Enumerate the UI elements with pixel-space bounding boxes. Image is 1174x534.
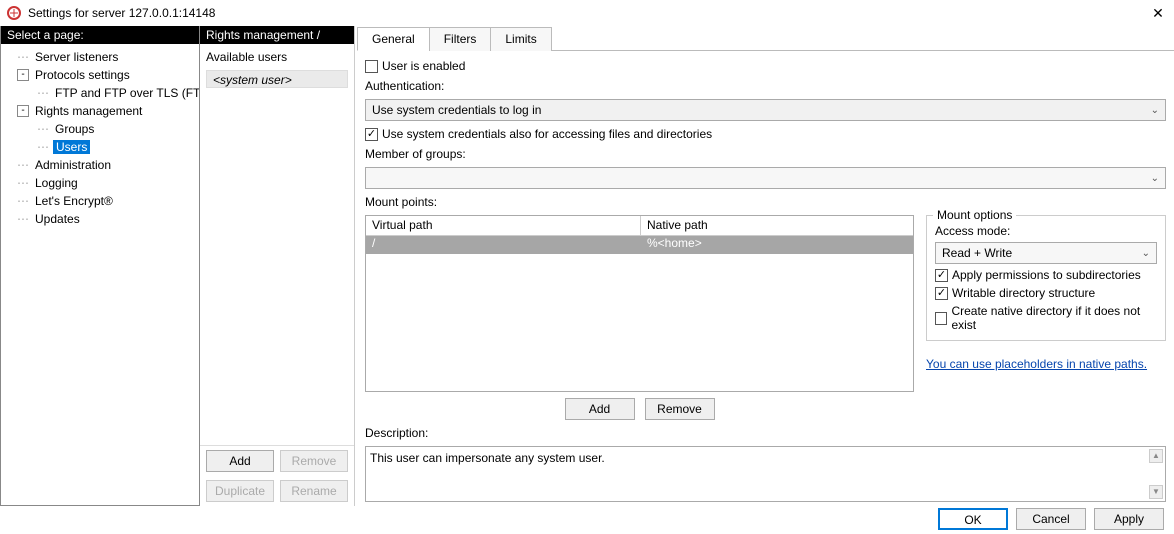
user-add-button[interactable]: Add [206, 450, 274, 472]
page-tree: ⋯Server listeners-Protocols settings⋯FTP… [1, 44, 199, 505]
users-panel-header: Rights management / Users [200, 26, 354, 44]
tree-item-updates[interactable]: ⋯ Updates [3, 210, 197, 228]
tree-branch-icon: ⋯ [17, 158, 29, 172]
tree-item-groups[interactable]: ⋯ Groups [3, 120, 197, 138]
cred-files-label: Use system credentials also for accessin… [382, 127, 712, 141]
tree-item-label: Server listeners [33, 50, 120, 64]
tree-item-users[interactable]: ⋯ Users [3, 138, 197, 156]
user-remove-button: Remove [280, 450, 348, 472]
mount-cell-virtual: / [366, 236, 641, 254]
tree-item-label: Rights management [33, 104, 144, 118]
available-users-caption: Available users [206, 50, 348, 64]
authentication-value: Use system credentials to log in [372, 103, 541, 117]
mount-points-table: Virtual path Native path / %<home> [365, 215, 914, 392]
access-mode-select[interactable]: Read + Write ⌄ [935, 242, 1157, 264]
tree-item-rights-management[interactable]: -Rights management [3, 102, 197, 120]
tab-filters[interactable]: Filters [429, 27, 492, 51]
description-label: Description: [365, 426, 1166, 440]
member-groups-label: Member of groups: [365, 147, 1166, 161]
settings-panel: General Filters Limits User is enabled A… [355, 26, 1174, 506]
close-icon[interactable]: ✕ [1148, 5, 1168, 22]
mount-add-button[interactable]: Add [565, 398, 635, 420]
tree-item-label: Let's Encrypt® [33, 194, 115, 208]
tree-item-label: Groups [53, 122, 96, 136]
tree-item-label: Protocols settings [33, 68, 132, 82]
user-duplicate-button: Duplicate [206, 480, 274, 502]
chevron-down-icon: ⌄ [1151, 105, 1159, 116]
chevron-down-icon: ⌄ [1142, 248, 1150, 259]
user-enabled-label: User is enabled [382, 59, 465, 73]
tree-branch-icon: ⋯ [17, 176, 29, 190]
tree-item-label: Users [53, 140, 90, 154]
tree-branch-icon: ⋯ [17, 212, 29, 226]
tree-branch-icon: ⋯ [17, 50, 29, 64]
tree-item-ftp-and-ftp-over-tls-ftps-[interactable]: ⋯ FTP and FTP over TLS (FTPS) [3, 84, 197, 102]
tree-toggle-icon[interactable]: - [17, 69, 29, 81]
tree-item-let-s-encrypt-[interactable]: ⋯ Let's Encrypt® [3, 192, 197, 210]
tree-item-label: Updates [33, 212, 82, 226]
ok-button[interactable]: OK [938, 508, 1008, 530]
tree-item-label: Administration [33, 158, 113, 172]
apply-button[interactable]: Apply [1094, 508, 1164, 530]
tree-branch-icon: ⋯ [17, 194, 29, 208]
title-bar: Settings for server 127.0.0.1:14148 ✕ [0, 0, 1174, 26]
tree-branch-icon: ⋯ [37, 122, 49, 136]
tab-limits[interactable]: Limits [490, 27, 551, 51]
create-native-label: Create native directory if it does not e… [951, 304, 1157, 332]
settings-tabs: General Filters Limits [357, 26, 1174, 51]
window-title: Settings for server 127.0.0.1:14148 [28, 6, 1148, 20]
mount-options-legend: Mount options [933, 208, 1016, 222]
users-panel: Rights management / Users Available user… [200, 26, 355, 506]
create-native-checkbox[interactable] [935, 312, 947, 325]
page-tree-panel: Select a page: ⋯Server listeners-Protoco… [0, 26, 200, 506]
user-item-system[interactable]: <system user> [206, 70, 348, 88]
scroll-up-icon[interactable]: ▲ [1149, 449, 1163, 463]
mount-col-native[interactable]: Native path [641, 216, 913, 235]
tree-item-administration[interactable]: ⋯ Administration [3, 156, 197, 174]
authentication-label: Authentication: [365, 79, 1166, 93]
member-groups-select[interactable]: ⌄ [365, 167, 1166, 189]
user-enabled-checkbox[interactable] [365, 60, 378, 73]
mount-options-group: Mount options Access mode: Read + Write … [926, 215, 1166, 341]
tree-item-label: Logging [33, 176, 80, 190]
app-icon [6, 5, 22, 21]
apply-perms-checkbox[interactable] [935, 269, 948, 282]
mount-row[interactable]: / %<home> [366, 236, 913, 254]
apply-perms-label: Apply permissions to subdirectories [952, 268, 1141, 282]
access-mode-value: Read + Write [942, 246, 1012, 260]
tree-toggle-icon[interactable]: - [17, 105, 29, 117]
tree-item-label: FTP and FTP over TLS (FTPS) [53, 86, 199, 100]
cancel-button[interactable]: Cancel [1016, 508, 1086, 530]
page-tree-header: Select a page: [1, 26, 199, 44]
placeholders-link[interactable]: You can use placeholders in native paths… [926, 357, 1166, 371]
cred-files-checkbox[interactable] [365, 128, 378, 141]
description-value: This user can impersonate any system use… [370, 451, 605, 465]
mount-points-label: Mount points: [365, 195, 1166, 209]
writable-dir-label: Writable directory structure [952, 286, 1095, 300]
tab-general[interactable]: General [357, 27, 430, 51]
tree-item-server-listeners[interactable]: ⋯ Server listeners [3, 48, 197, 66]
tree-branch-icon: ⋯ [37, 86, 49, 100]
user-rename-button: Rename [280, 480, 348, 502]
mount-remove-button[interactable]: Remove [645, 398, 715, 420]
mount-cell-native: %<home> [641, 236, 913, 254]
available-users-list: Available users <system user> [200, 44, 354, 446]
tree-item-protocols-settings[interactable]: -Protocols settings [3, 66, 197, 84]
dialog-footer: OK Cancel Apply [938, 508, 1164, 530]
scroll-down-icon[interactable]: ▼ [1149, 485, 1163, 499]
authentication-select[interactable]: Use system credentials to log in ⌄ [365, 99, 1166, 121]
tree-branch-icon: ⋯ [37, 140, 49, 154]
access-mode-label: Access mode: [935, 224, 1157, 238]
chevron-down-icon: ⌄ [1151, 173, 1159, 184]
mount-col-virtual[interactable]: Virtual path [366, 216, 641, 235]
tree-item-logging[interactable]: ⋯ Logging [3, 174, 197, 192]
writable-dir-checkbox[interactable] [935, 287, 948, 300]
description-textarea[interactable]: This user can impersonate any system use… [365, 446, 1166, 502]
